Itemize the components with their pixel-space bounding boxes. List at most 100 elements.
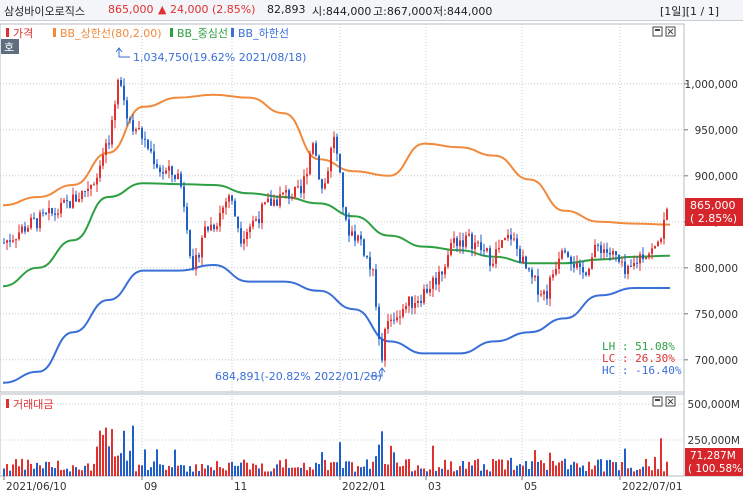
candle-body — [117, 80, 119, 105]
candle-body — [207, 226, 209, 231]
candle-body — [651, 248, 653, 254]
candle-body — [159, 167, 161, 173]
volume-bar — [168, 465, 170, 476]
volume-bar — [366, 459, 368, 476]
candle-body — [351, 231, 353, 236]
volume-bar — [12, 464, 14, 476]
candle-body — [114, 104, 116, 121]
volume-title: 거래대금 — [13, 398, 53, 411]
volume-bar — [636, 469, 638, 476]
volume-bar — [129, 450, 131, 476]
volume-bar — [606, 460, 608, 476]
candle-body — [246, 231, 248, 240]
volume-bar — [60, 470, 62, 476]
candle-body — [663, 219, 665, 239]
candle-body — [258, 219, 260, 224]
volume-bar — [90, 470, 92, 476]
hc-stat: HC : -16.40% — [602, 364, 682, 377]
volume-bar — [618, 470, 620, 476]
candle-body — [564, 250, 566, 253]
volume-bar — [93, 463, 95, 476]
candle-body — [261, 204, 263, 224]
volume-bar — [198, 470, 200, 476]
candle-body — [285, 189, 287, 193]
volume-tick-label: 500,000M — [688, 399, 740, 411]
legend-bb-lower: BB_하한선 — [238, 26, 289, 40]
candle-body — [15, 239, 17, 241]
candle-body — [282, 192, 284, 195]
candle-body — [657, 241, 659, 247]
volume-badge-pct: ( 100.58%) — [688, 463, 743, 475]
candle-body — [63, 200, 65, 203]
candle-body — [588, 268, 590, 276]
volume-bar — [324, 459, 326, 476]
volume-bar — [204, 468, 206, 476]
volume-bar — [564, 458, 566, 476]
volume-bar — [282, 467, 284, 476]
candle-body — [33, 217, 35, 219]
candle-body — [336, 136, 338, 154]
candle-body — [210, 224, 212, 231]
candle-body — [177, 173, 179, 180]
candle-body — [573, 263, 575, 268]
candle-body — [6, 240, 8, 243]
volume-bar — [309, 467, 311, 476]
candle-body — [609, 252, 611, 255]
candle-body — [267, 198, 269, 203]
volume-bar — [645, 458, 647, 476]
volume-bar — [468, 461, 470, 476]
volume-bar — [408, 459, 410, 476]
volume-bar — [555, 465, 557, 476]
x-tick-label: 05 — [524, 481, 537, 493]
volume-bar — [162, 464, 164, 476]
stock-name[interactable]: 삼성바이오로직스 — [4, 3, 85, 19]
volume-bar — [657, 469, 659, 476]
volume-bar — [633, 471, 635, 476]
candle-body — [150, 148, 152, 152]
y-tick-label: 900,000 — [695, 171, 738, 183]
x-tick-label: 2022/01 — [342, 481, 386, 493]
volume-bar — [612, 462, 614, 476]
candle-body — [291, 196, 293, 199]
legend-bb-upper: BB_상한선(80,2.00) — [60, 27, 162, 40]
candle-body — [552, 274, 554, 278]
volume-bar — [531, 461, 533, 476]
candle-body — [171, 166, 173, 175]
stock-chart[interactable]: 가격 BB_상한선(80,2.00) BB_중심선 BB_하한선 호 1,000… — [0, 21, 743, 495]
candle-body — [525, 256, 527, 269]
candle-body — [636, 262, 638, 264]
candle-body — [237, 216, 239, 229]
volume-bar — [6, 464, 8, 476]
candle-body — [477, 242, 479, 244]
candle-body — [495, 249, 497, 264]
volume-bar — [51, 467, 53, 476]
volume-bar — [186, 471, 188, 476]
volume-bar — [150, 467, 152, 476]
candle-body — [474, 242, 476, 250]
volume-bar — [567, 469, 569, 476]
volume-bar — [117, 455, 119, 476]
candle-body — [492, 263, 494, 266]
volume-bar — [252, 463, 254, 476]
volume-bar — [357, 466, 359, 476]
candle-body — [333, 136, 335, 149]
volume-bar — [351, 462, 353, 476]
candle-body — [306, 174, 308, 177]
volume-bar — [24, 469, 26, 476]
volume-bar — [576, 463, 578, 476]
volume-bar — [81, 470, 83, 476]
period-indicator[interactable]: [1일][1 / 1] — [660, 3, 719, 19]
price-badge-pct: ( 2.85%) — [690, 212, 737, 225]
price-change: ▲ 24,000 (2.85%) — [158, 3, 256, 16]
candle-body — [183, 186, 185, 207]
candle-body — [165, 170, 167, 174]
volume-bar — [522, 465, 524, 476]
candle-body — [252, 220, 254, 227]
volume-bar — [255, 464, 257, 476]
candle-body — [438, 271, 440, 285]
volume-bar — [78, 469, 80, 476]
volume-bar — [462, 461, 464, 476]
side-tab-label: 호 — [4, 41, 14, 54]
volume-bar — [387, 464, 389, 476]
volume-bar — [372, 461, 374, 476]
